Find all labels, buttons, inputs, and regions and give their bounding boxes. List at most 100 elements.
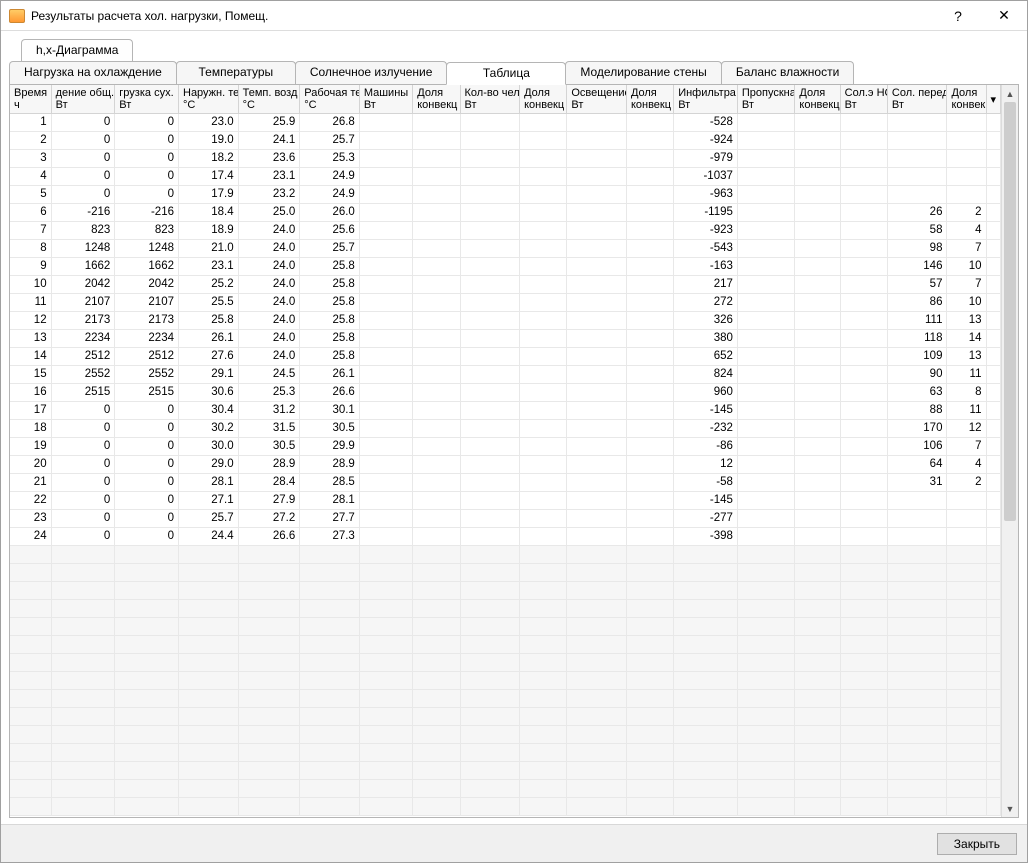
cell xyxy=(520,113,567,131)
table-row[interactable]: 180030.231.530.5-23217012 xyxy=(10,419,1001,437)
table-row[interactable]: 162515251530.625.326.6960638 xyxy=(10,383,1001,401)
table-row[interactable]: 30018.223.625.3-979 xyxy=(10,149,1001,167)
cell: 0 xyxy=(115,491,179,509)
col-header-9[interactable]: Доляконвекц xyxy=(520,85,567,113)
cell xyxy=(567,329,627,347)
tab-cooling-load[interactable]: Нагрузка на охлаждение xyxy=(9,61,177,84)
cell: 111 xyxy=(887,311,947,329)
table-row[interactable]: 200029.028.928.912644 xyxy=(10,455,1001,473)
cell xyxy=(460,239,520,257)
cell: 28.1 xyxy=(179,473,239,491)
cell xyxy=(840,203,887,221)
cell xyxy=(567,509,627,527)
col-header-11[interactable]: Доляконвекц xyxy=(626,85,673,113)
table-row[interactable]: 81248124821.024.025.7-543987 xyxy=(10,239,1001,257)
cell xyxy=(626,113,673,131)
window-title: Результаты расчета хол. нагрузки, Помещ. xyxy=(31,9,935,23)
col-header-6[interactable]: МашиныВт xyxy=(359,85,412,113)
cell: -528 xyxy=(674,113,738,131)
cell xyxy=(887,491,947,509)
col-header-7[interactable]: Доляконвекц xyxy=(413,85,460,113)
cell: 25.8 xyxy=(300,257,360,275)
col-header-4[interactable]: Темп. возд°C xyxy=(238,85,300,113)
table-row[interactable]: 20019.024.125.7-924 xyxy=(10,131,1001,149)
table-row[interactable]: 240024.426.627.3-398 xyxy=(10,527,1001,545)
col-header-15[interactable]: Сол.э НСВт xyxy=(840,85,887,113)
col-header-3[interactable]: Наружн. те°C xyxy=(179,85,239,113)
cell: 146 xyxy=(887,257,947,275)
table-row[interactable]: 112107210725.524.025.82728610 xyxy=(10,293,1001,311)
cell xyxy=(737,329,795,347)
tab-temperatures[interactable]: Температуры xyxy=(176,61,296,84)
table-row[interactable]: 40017.423.124.9-1037 xyxy=(10,167,1001,185)
tab-humidity[interactable]: Баланс влажности xyxy=(721,61,855,84)
table-row[interactable]: 230025.727.227.7-277 xyxy=(10,509,1001,527)
col-header-16[interactable]: Сол. передВт xyxy=(887,85,947,113)
table-row[interactable]: 50017.923.224.9-963 xyxy=(10,185,1001,203)
cell: 31 xyxy=(887,473,947,491)
col-header-13[interactable]: ПропускнаВт xyxy=(737,85,795,113)
cell: -923 xyxy=(674,221,738,239)
col-header-17[interactable]: Доляконвекц xyxy=(947,85,986,113)
cell: 24.1 xyxy=(238,131,300,149)
close-dialog-button[interactable]: Закрыть xyxy=(937,833,1017,855)
tab-wall-model[interactable]: Моделирование стены xyxy=(565,61,721,84)
close-button[interactable]: ✕ xyxy=(981,1,1027,31)
scroll-thumb[interactable] xyxy=(1004,102,1016,521)
cell: 0 xyxy=(115,437,179,455)
col-header-10[interactable]: ОсвещениеВт xyxy=(567,85,627,113)
cell: 21.0 xyxy=(179,239,239,257)
table-row[interactable]: 190030.030.529.9-861067 xyxy=(10,437,1001,455)
table-row[interactable]: 220027.127.928.1-145 xyxy=(10,491,1001,509)
cell: 2042 xyxy=(115,275,179,293)
table-row[interactable]: 170030.431.230.1-1458811 xyxy=(10,401,1001,419)
scroll-up-arrow[interactable]: ▲ xyxy=(1002,85,1018,102)
cell: 272 xyxy=(674,293,738,311)
table-row[interactable]: 142512251227.624.025.865210913 xyxy=(10,347,1001,365)
subtab-hx-diagram[interactable]: h,x-Диаграмма xyxy=(21,39,133,61)
table-row[interactable]: 132234223426.124.025.838011814 xyxy=(10,329,1001,347)
cell: 2552 xyxy=(115,365,179,383)
tab-table[interactable]: Таблица xyxy=(446,62,566,85)
column-picker-button[interactable]: ▾ xyxy=(986,85,1001,113)
scroll-down-arrow[interactable]: ▼ xyxy=(1002,800,1018,817)
col-header-14[interactable]: Доляконвекц xyxy=(795,85,840,113)
tab-solar[interactable]: Солнечное излучение xyxy=(295,61,448,84)
cell: 27.7 xyxy=(300,509,360,527)
help-button[interactable]: ? xyxy=(935,1,981,31)
cell: 25.8 xyxy=(300,275,360,293)
col-header-12[interactable]: ИнфильтраВт xyxy=(674,85,738,113)
vertical-scrollbar[interactable]: ▲ ▼ xyxy=(1001,85,1018,817)
cell xyxy=(359,167,412,185)
cell xyxy=(626,401,673,419)
cell xyxy=(737,383,795,401)
cell: 19 xyxy=(10,437,51,455)
cell xyxy=(520,149,567,167)
scroll-track[interactable] xyxy=(1002,102,1018,800)
table-row[interactable]: 152552255229.124.526.18249011 xyxy=(10,365,1001,383)
cell xyxy=(359,257,412,275)
table-row[interactable]: 10023.025.926.8-528 xyxy=(10,113,1001,131)
table-row[interactable]: 122173217325.824.025.832611113 xyxy=(10,311,1001,329)
table-row[interactable]: 6-216-21618.425.026.0-1195262 xyxy=(10,203,1001,221)
col-header-0[interactable]: Времяч xyxy=(10,85,51,113)
table-row[interactable]: 102042204225.224.025.8217577 xyxy=(10,275,1001,293)
col-header-8[interactable]: Кол-во чел.Вт xyxy=(460,85,520,113)
cell xyxy=(567,401,627,419)
cell xyxy=(567,293,627,311)
col-header-2[interactable]: грузка сух.Вт xyxy=(115,85,179,113)
cell xyxy=(795,149,840,167)
table-row[interactable]: 782382318.924.025.6-923584 xyxy=(10,221,1001,239)
cell xyxy=(520,347,567,365)
empty-row xyxy=(10,743,1001,761)
table-row[interactable]: 210028.128.428.5-58312 xyxy=(10,473,1001,491)
table-row[interactable]: 91662166223.124.025.8-16314610 xyxy=(10,257,1001,275)
col-header-5[interactable]: Рабочая те°C xyxy=(300,85,360,113)
cell xyxy=(840,113,887,131)
cell xyxy=(460,131,520,149)
cell xyxy=(840,257,887,275)
col-header-1[interactable]: дение общ.Вт xyxy=(51,85,115,113)
cell xyxy=(626,275,673,293)
cell: 28.9 xyxy=(300,455,360,473)
cell xyxy=(795,527,840,545)
